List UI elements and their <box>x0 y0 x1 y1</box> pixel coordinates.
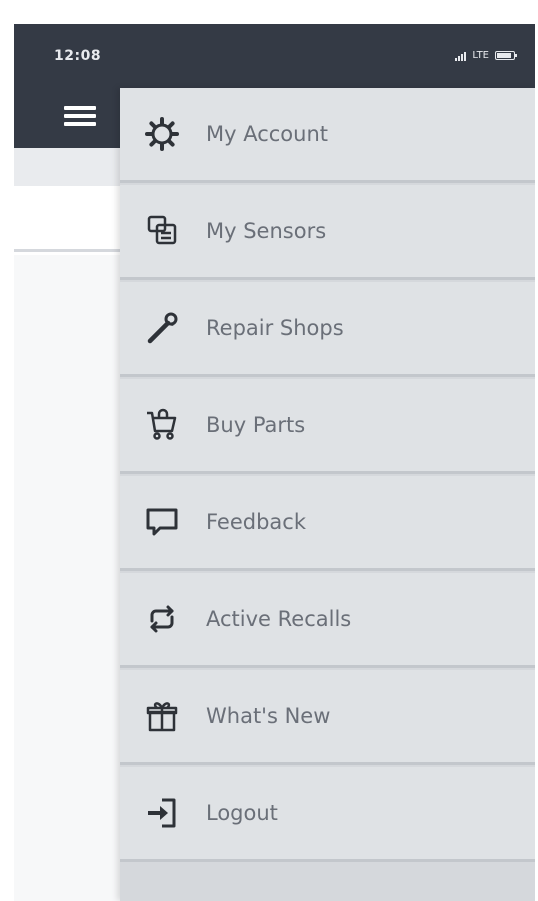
menu-item-label: Buy Parts <box>206 413 306 437</box>
menu-item-label: My Account <box>206 122 329 146</box>
menu-item-my-sensors[interactable]: My Sensors <box>120 185 535 280</box>
chat-icon <box>142 502 182 542</box>
menu-item-buy-parts[interactable]: Buy Parts <box>120 379 535 474</box>
menu-item-label: Repair Shops <box>206 316 344 340</box>
network-label: LTE <box>472 50 489 61</box>
content-strip <box>14 186 120 252</box>
signal-icon <box>455 51 467 61</box>
menu-item-label: My Sensors <box>206 219 327 243</box>
sensor-icon <box>142 211 182 251</box>
cart-icon <box>142 405 182 445</box>
gift-icon <box>142 696 182 736</box>
sub-toolbar <box>14 148 120 186</box>
menu-item-label: Feedback <box>206 510 307 534</box>
navigation-drawer: My Account My Sensors Repair Shops Buy P… <box>120 88 535 901</box>
status-time: 12:08 <box>54 48 102 64</box>
menu-item-feedback[interactable]: Feedback <box>120 476 535 571</box>
menu-item-logout[interactable]: Logout <box>120 767 535 862</box>
menu-item-label: What's New <box>206 704 331 728</box>
gear-icon <box>142 114 182 154</box>
content-body <box>14 255 120 901</box>
status-icons: LTE <box>455 50 517 61</box>
phone-screen: 12:08 LTE My Account My Sensors Repair S… <box>14 24 535 901</box>
menu-item-active-recalls[interactable]: Active Recalls <box>120 573 535 668</box>
menu-item-repair-shops[interactable]: Repair Shops <box>120 282 535 377</box>
menu-item-whats-new[interactable]: What's New <box>120 670 535 765</box>
menu-item-label: Logout <box>206 801 278 825</box>
hamburger-icon[interactable] <box>64 106 96 130</box>
logout-icon <box>142 793 182 833</box>
app-header <box>14 88 120 148</box>
wrench-icon <box>142 308 182 348</box>
menu-item-label: Active Recalls <box>206 607 352 631</box>
battery-icon <box>495 51 517 60</box>
menu-item-my-account[interactable]: My Account <box>120 88 535 183</box>
recall-icon <box>142 599 182 639</box>
status-bar: 12:08 LTE <box>14 24 535 88</box>
